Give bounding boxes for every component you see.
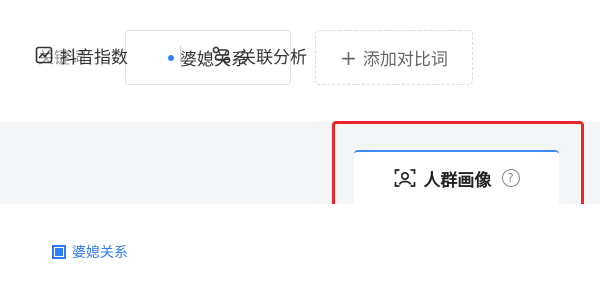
tab-related-analysis-label: 关联分析 — [239, 47, 307, 68]
tab-separator — [180, 45, 181, 65]
legend-label: 婆媳关系 — [72, 245, 128, 261]
link-nodes-icon — [212, 46, 232, 64]
add-compare-keyword-label: 添加对比词 — [362, 50, 448, 70]
add-compare-keyword-button[interactable]: + 添加对比词 — [315, 30, 473, 85]
keyword-color-dot — [168, 54, 174, 61]
tab-related-analysis[interactable]: 关联分析 — [212, 28, 307, 82]
legend-item[interactable]: 婆媳关系 — [52, 242, 128, 262]
tab-douyin-index[interactable]: 抖音指数 — [35, 28, 128, 82]
trend-chart-icon — [35, 46, 53, 64]
plus-icon: + — [340, 45, 357, 70]
tab-douyin-index-label: 抖音指数 — [60, 47, 128, 68]
legend-checkbox-icon — [52, 245, 66, 259]
